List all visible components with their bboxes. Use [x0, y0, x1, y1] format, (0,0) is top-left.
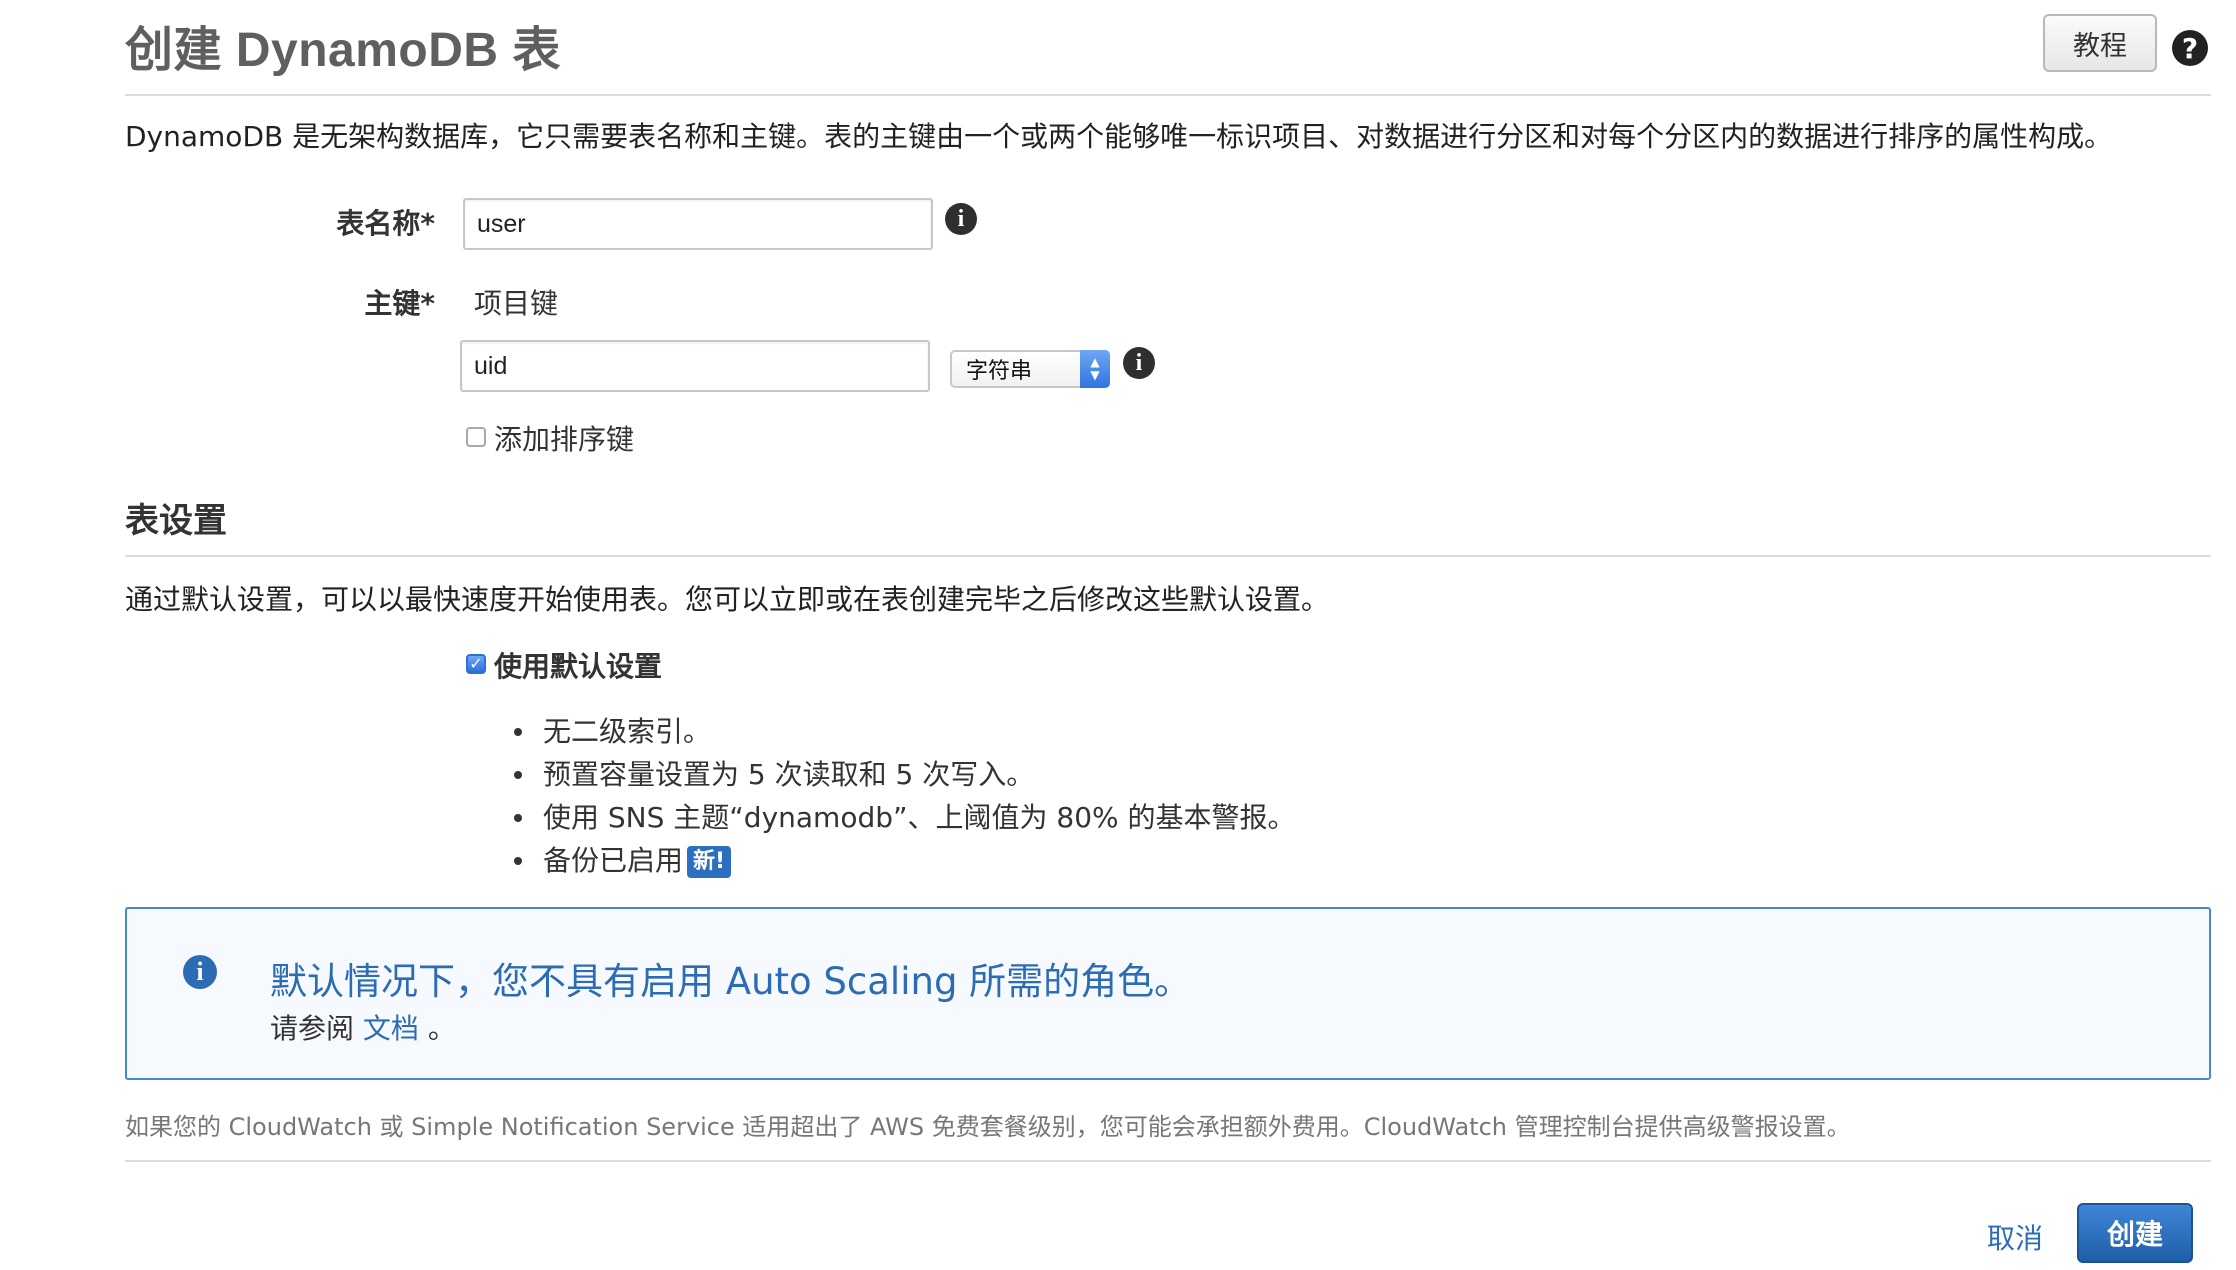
partition-key-caption: 项目键	[474, 287, 559, 320]
table-settings-title: 表设置	[125, 501, 227, 541]
list-item-text: 备份已启用	[543, 844, 684, 877]
add-sort-key-checkbox[interactable]	[466, 427, 486, 447]
notice-suffix: 。	[427, 1012, 456, 1045]
list-item: 无二级索引。	[510, 710, 1296, 753]
list-item: 备份已启用 新!	[510, 839, 1296, 882]
auto-scaling-notice: i 默认情况下，您不具有启用 Auto Scaling 所需的角色。 请参阅 文…	[125, 907, 2211, 1080]
create-button[interactable]: 创建	[2077, 1203, 2193, 1263]
select-arrows-icon: ▲ ▼	[1080, 350, 1110, 388]
table-name-label: 表名称*	[336, 207, 435, 240]
notice-line: 请参阅 文档 。	[270, 1007, 456, 1047]
footer-divider	[125, 1160, 2211, 1162]
info-icon: i	[183, 955, 217, 989]
info-icon[interactable]: i	[1123, 347, 1155, 379]
add-sort-key-label[interactable]: 添加排序键	[494, 418, 634, 458]
list-item-text: 使用 SNS 主题“dynamodb”、上阈值为 80% 的基本警报。	[543, 801, 1296, 834]
primary-key-label: 主键*	[364, 287, 435, 320]
use-default-settings-checkbox[interactable]: ✓	[466, 654, 486, 674]
tutorial-button[interactable]: 教程	[2043, 14, 2157, 72]
section-divider	[125, 555, 2211, 557]
help-icon[interactable]: ?	[2172, 30, 2208, 66]
page-title: 创建 DynamoDB 表	[125, 24, 561, 77]
documentation-link[interactable]: 文档	[363, 1012, 419, 1045]
table-name-input[interactable]	[463, 198, 933, 250]
key-type-selected: 字符串	[966, 359, 1033, 384]
list-item: 预置容量设置为 5 次读取和 5 次写入。	[510, 753, 1296, 796]
list-item: 使用 SNS 主题“dynamodb”、上阈值为 80% 的基本警报。	[510, 796, 1296, 839]
checkmark-icon: ✓	[469, 656, 483, 673]
header-divider	[125, 94, 2211, 96]
billing-footnote: 如果您的 CloudWatch 或 Simple Notification Se…	[125, 1113, 1851, 1141]
notice-title: 默认情况下，您不具有启用 Auto Scaling 所需的角色。	[270, 960, 1192, 1003]
info-icon[interactable]: i	[945, 203, 977, 235]
notice-prefix: 请参阅	[270, 1012, 355, 1045]
new-badge: 新!	[687, 846, 732, 878]
intro-text: DynamoDB 是无架构数据库，它只需要表名称和主键。表的主键由一个或两个能够…	[125, 120, 2113, 153]
list-item-text: 无二级索引。	[543, 715, 712, 748]
partition-key-input[interactable]	[460, 340, 930, 392]
default-settings-list: 无二级索引。 预置容量设置为 5 次读取和 5 次写入。 使用 SNS 主题“d…	[510, 710, 1296, 882]
list-item-text: 预置容量设置为 5 次读取和 5 次写入。	[543, 758, 1035, 791]
use-default-settings-label[interactable]: 使用默认设置	[494, 645, 662, 685]
key-type-select[interactable]: 字符串 ▲ ▼	[950, 350, 1110, 388]
table-settings-description: 通过默认设置，可以以最快速度开始使用表。您可以立即或在表创建完毕之后修改这些默认…	[125, 583, 1330, 616]
cancel-button[interactable]: 取消	[1987, 1217, 2043, 1257]
